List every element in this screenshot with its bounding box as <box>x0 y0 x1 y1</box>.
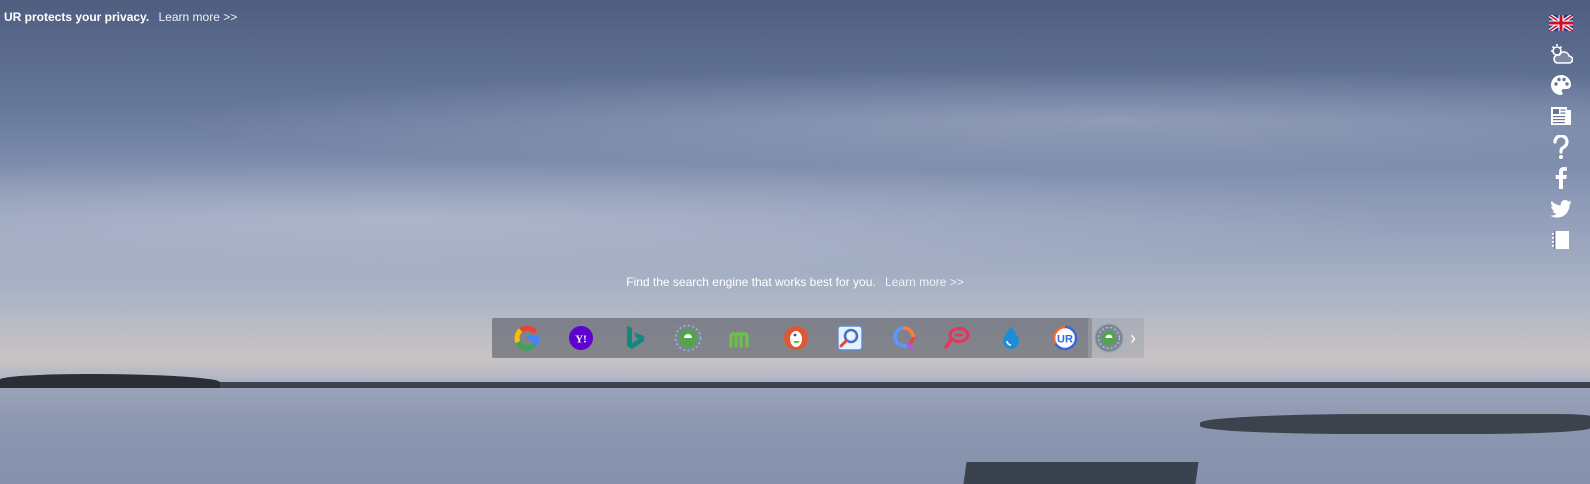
background-rocks <box>1200 414 1590 434</box>
bing-icon[interactable] <box>608 318 662 358</box>
startpage-icon[interactable] <box>823 318 877 358</box>
facebook-icon[interactable] <box>1546 163 1576 193</box>
help-icon[interactable] <box>1546 132 1576 162</box>
search-engine-tagline: Find the search engine that works best f… <box>0 275 1590 289</box>
privacy-notice: UR protects your privacy. Learn more >> <box>4 10 237 24</box>
privacy-learn-more-link[interactable]: Learn more >> <box>159 10 238 24</box>
background-pier <box>963 462 1199 484</box>
palette-icon[interactable] <box>1546 70 1576 100</box>
svg-text:UR: UR <box>1057 334 1073 346</box>
background-clouds-top <box>0 60 1590 180</box>
weather-icon[interactable] <box>1546 39 1576 69</box>
duckduckgo-icon[interactable] <box>769 318 823 358</box>
more-engines-button[interactable]: › <box>1088 318 1144 358</box>
ecosia-icon[interactable] <box>661 318 715 358</box>
side-toolbar <box>1544 8 1578 256</box>
twitter-icon[interactable] <box>1546 194 1576 224</box>
tagline-learn-more-link[interactable]: Learn more >> <box>885 275 964 289</box>
svg-text:Y!: Y! <box>575 334 587 346</box>
active-engine-icon <box>1094 323 1124 353</box>
lilo-icon[interactable] <box>984 318 1038 358</box>
moteur-icon[interactable] <box>715 318 769 358</box>
privacy-text: UR protects your privacy. <box>4 10 150 24</box>
search-engine-bar: Y! UR <box>492 318 1092 358</box>
tagline-text: Find the search engine that works best f… <box>626 275 876 289</box>
yahoo-icon[interactable]: Y! <box>554 318 608 358</box>
background-clouds-mid <box>0 150 1590 290</box>
chevron-right-icon: › <box>1130 328 1136 348</box>
uk-flag-icon[interactable] <box>1546 8 1576 38</box>
google-icon[interactable] <box>500 318 554 358</box>
ur-search-icon[interactable]: UR <box>1038 318 1092 358</box>
news-icon[interactable] <box>1546 101 1576 131</box>
mojeek-icon[interactable] <box>931 318 985 358</box>
background-water <box>0 388 1590 484</box>
background-shore <box>0 374 220 388</box>
notes-icon[interactable] <box>1546 225 1576 255</box>
qwant-icon[interactable] <box>877 318 931 358</box>
